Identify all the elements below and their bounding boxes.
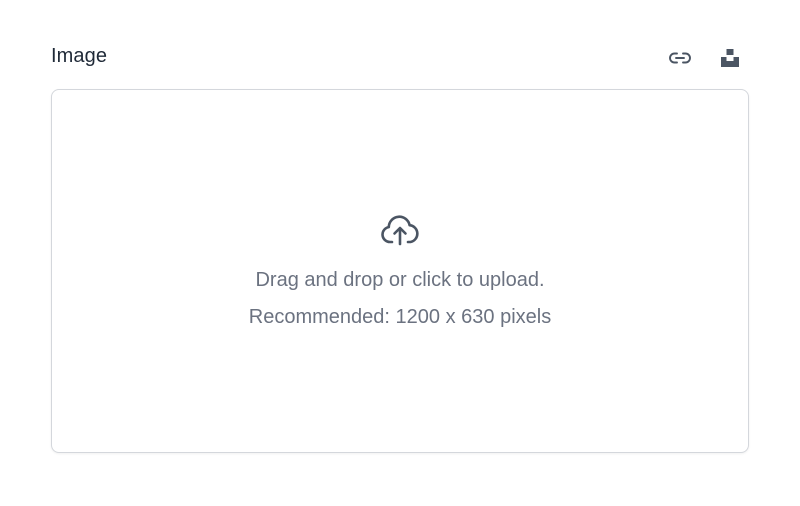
link-button[interactable] — [667, 45, 693, 71]
unsplash-button[interactable] — [717, 45, 743, 71]
cloud-upload-icon — [381, 215, 419, 246]
dropzone-instructions: Drag and drop or click to upload. — [255, 269, 545, 291]
field-label: Image — [51, 45, 108, 67]
image-field-header: Image — [51, 40, 749, 76]
header-actions — [667, 45, 743, 71]
image-upload-dropzone[interactable]: Drag and drop or click to upload. Recomm… — [51, 89, 749, 453]
unsplash-icon — [721, 49, 739, 67]
link-icon — [669, 52, 691, 64]
dropzone-recommendation: Recommended: 1200 x 630 pixels — [248, 306, 552, 328]
